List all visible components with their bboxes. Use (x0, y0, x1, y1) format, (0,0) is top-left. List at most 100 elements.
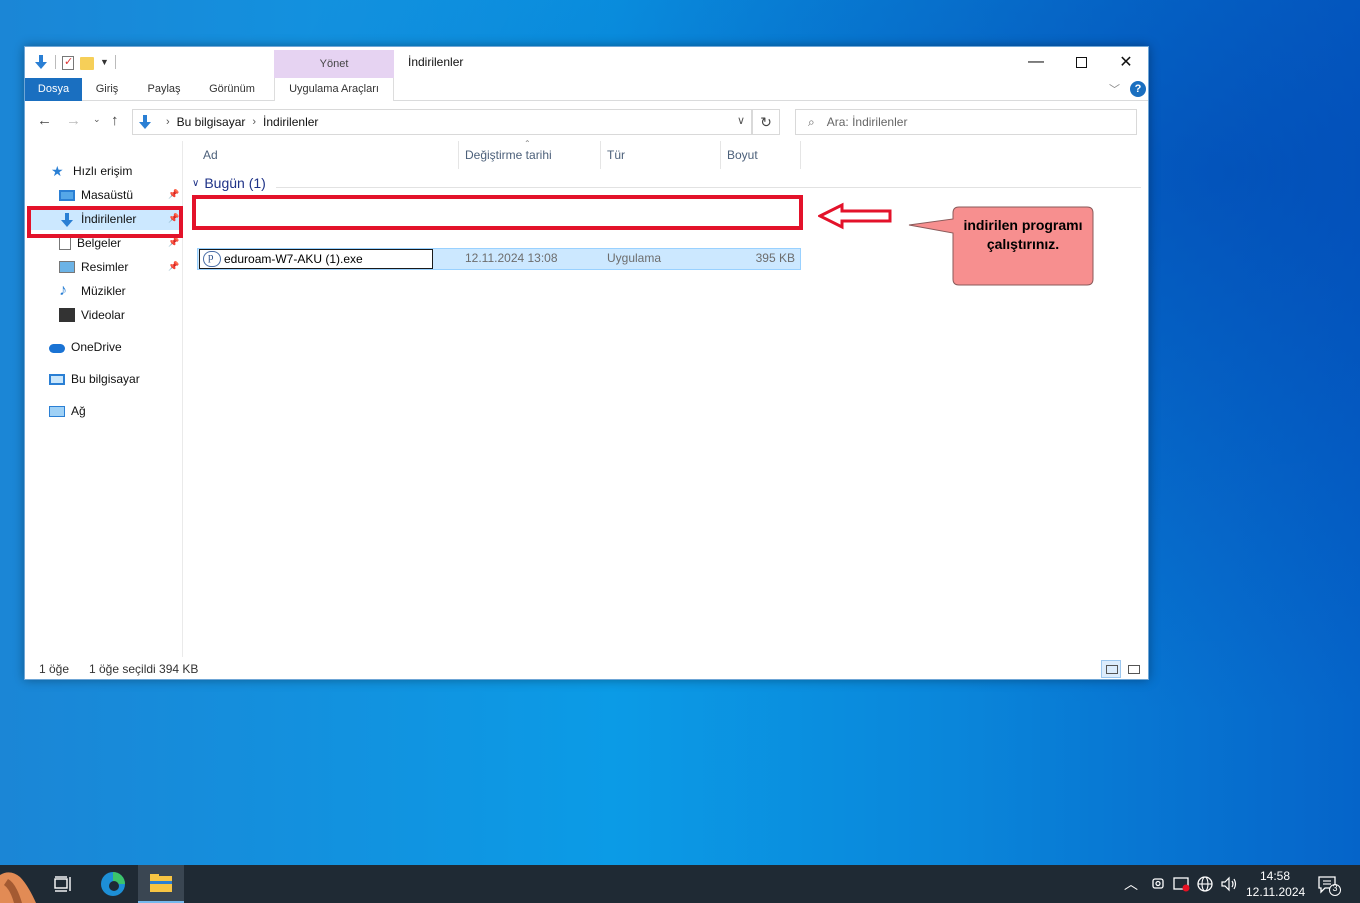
sidebar-item-label: Müzikler (81, 284, 126, 298)
desktop-icon (59, 189, 75, 201)
sidebar-item-label: Resimler (81, 260, 129, 274)
expand-ribbon-chevron-icon[interactable]: ﹀ (1109, 81, 1120, 97)
tab-view[interactable]: Görünüm (202, 78, 262, 101)
tab-home[interactable]: Giriş (87, 78, 127, 101)
notification-icon (1318, 876, 1341, 896)
search-input[interactable]: ⌕ Ara: İndirilenler (795, 109, 1137, 135)
file-name: eduroam-W7-AKU (1).exe (224, 252, 363, 266)
item-count: 1 öğe (39, 662, 70, 676)
minimize-button[interactable]: — (1013, 47, 1059, 77)
file-name-cell[interactable]: eduroam-W7-AKU (1).exe (199, 249, 433, 269)
tab-application-tools[interactable]: Uygulama Araçları (274, 78, 394, 101)
maximize-button[interactable] (1058, 47, 1104, 77)
system-clock[interactable]: 14:58 12.11.2024 (1246, 868, 1306, 900)
task-view-icon (54, 876, 71, 892)
music-note-icon: ♪ (59, 282, 67, 299)
sidebar-item-desktop[interactable]: Masaüstü (59, 184, 181, 206)
column-header-name[interactable]: Ad (197, 141, 459, 169)
forward-button[interactable]: → (66, 112, 81, 129)
clock-time: 14:58 (1259, 869, 1291, 883)
back-button[interactable]: ← (37, 112, 52, 129)
properties-icon[interactable] (62, 55, 74, 70)
status-bar: 1 öğe 1 öğe seçildi 394 KB (25, 659, 1148, 679)
tab-file[interactable]: Dosya (25, 78, 82, 101)
group-header-today[interactable]: ∨ Bugün (1) (192, 175, 266, 191)
folder-icon (150, 874, 172, 892)
start-image-icon (0, 872, 36, 903)
security-alert-icon[interactable] (1173, 865, 1191, 903)
quick-access-toolbar: ▼ (33, 54, 116, 70)
documents-icon (59, 236, 71, 250)
address-bar[interactable]: › Bu bilgisayar › İndirilenler ∨ (132, 109, 752, 135)
sidebar-item-label: Videolar (81, 308, 125, 322)
breadcrumb-chevron-icon[interactable]: › (252, 116, 256, 128)
downloads-icon (33, 54, 49, 70)
highlight-box-file (192, 195, 803, 230)
edge-browser-button[interactable] (90, 865, 136, 903)
sidebar-item-quick-access[interactable]: ★ Hızlı erişim (51, 160, 132, 182)
file-explorer-taskbar-button[interactable] (138, 865, 184, 903)
toolbar-separator (55, 55, 56, 69)
large-icons-view-button[interactable] (1123, 660, 1143, 678)
computer-icon (49, 373, 65, 385)
breadcrumb-this-pc[interactable]: Bu bilgisayar (177, 115, 246, 129)
sidebar-item-label: Belgeler (77, 236, 122, 250)
selection-info: 1 öğe seçildi 394 KB (89, 662, 199, 676)
start-button[interactable] (0, 865, 40, 903)
details-view-icon (1106, 665, 1118, 674)
sidebar-item-label: Ağ (71, 404, 86, 418)
recent-locations-chevron-icon[interactable]: ⌄ (93, 114, 101, 125)
address-history-chevron-icon[interactable]: ∨ (737, 114, 745, 127)
network-globe-icon[interactable] (1196, 865, 1214, 903)
details-view-button[interactable] (1101, 660, 1121, 678)
volume-icon[interactable] (1220, 865, 1238, 903)
clock-date: 12.11.2024 (1246, 885, 1306, 899)
callout-text: indirilen programı çalıştırınız. (963, 217, 1083, 252)
search-icon: ⌕ (808, 114, 815, 129)
sidebar-item-label: Masaüstü (81, 188, 134, 202)
collapse-chevron-icon[interactable]: ∨ (192, 178, 199, 189)
new-folder-icon[interactable] (80, 56, 94, 70)
breadcrumb-downloads[interactable]: İndirilenler (263, 115, 318, 129)
sidebar-item-label: OneDrive (71, 340, 122, 354)
sidebar-item-videos[interactable]: Videolar (59, 304, 125, 326)
network-icon (49, 405, 65, 417)
sidebar-item-this-pc[interactable]: Bu bilgisayar (49, 368, 140, 390)
sort-chevron-icon: ⌃ (524, 139, 531, 148)
ribbon-tabs: Dosya Giriş Paylaş Görünüm Uygulama Araç… (25, 78, 1148, 101)
up-button[interactable]: ↑ (111, 112, 119, 129)
edge-icon (101, 872, 125, 896)
highlight-box-downloads (27, 206, 183, 238)
tab-share[interactable]: Paylaş (141, 78, 187, 101)
toolbar-separator (114, 55, 116, 69)
close-button[interactable]: ✕ (1103, 47, 1149, 77)
refresh-button[interactable]: ↻ (752, 109, 780, 135)
pin-icon: 📌 (168, 189, 180, 199)
show-hidden-icons-chevron-icon[interactable]: ︿ (1124, 865, 1138, 903)
notification-center-button[interactable]: 3 (1316, 874, 1342, 896)
sidebar-item-music[interactable]: ♪ Müzikler (59, 280, 126, 302)
sidebar-item-onedrive[interactable]: OneDrive (49, 336, 122, 358)
pin-icon: 📌 (168, 237, 180, 247)
taskbar: ︿ 14:58 12.11.2024 3 (0, 865, 1360, 903)
breadcrumb-chevron-icon[interactable]: › (166, 116, 170, 128)
file-size: 395 KB (755, 251, 795, 265)
customize-toolbar-chevron-icon[interactable]: ▼ (100, 57, 109, 67)
navigation-bar: ← → ⌄ ↑ › Bu bilgisayar › İndirilenler ∨… (25, 102, 1148, 140)
list-item[interactable]: eduroam-W7-AKU (1).exe 12.11.2024 13:08 … (197, 248, 801, 270)
arrow-left-icon (818, 202, 892, 230)
contextual-tab-group-manage[interactable]: Yönet (274, 50, 394, 78)
column-header-size[interactable]: Boyut (721, 141, 801, 169)
sidebar-item-pictures[interactable]: Resimler (59, 256, 128, 278)
large-icons-view-icon (1128, 665, 1140, 674)
group-divider (276, 187, 1141, 188)
help-icon[interactable]: ? (1130, 81, 1146, 97)
task-view-button[interactable] (40, 865, 86, 903)
application-icon (203, 251, 221, 267)
sidebar-item-network[interactable]: Ağ (49, 400, 86, 422)
window-title: İndirilenler (408, 55, 464, 69)
meet-now-icon[interactable] (1150, 865, 1166, 903)
column-header-type[interactable]: Tür (601, 141, 721, 169)
notification-count: 3 (1332, 883, 1338, 893)
file-type: Uygulama (607, 251, 662, 265)
